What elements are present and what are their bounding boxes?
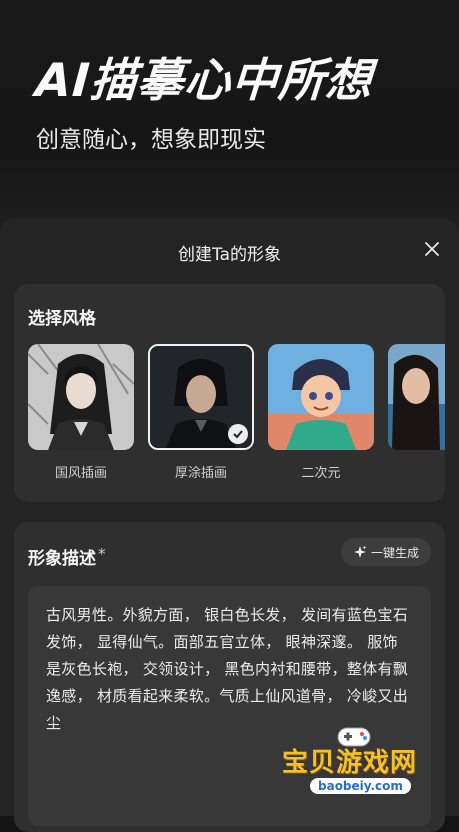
one-click-generate-button[interactable]: 一键生成 xyxy=(340,538,431,566)
hero-title: AI描摹心中所想 xyxy=(33,53,375,107)
style-thumbnail xyxy=(28,344,134,450)
style-name: 厚涂插画 xyxy=(174,466,227,481)
hero-subtitle: 创意随心，想象即现实 xyxy=(36,127,266,153)
close-button[interactable] xyxy=(421,238,443,260)
style-thumbnail xyxy=(268,344,374,450)
sparkle-icon xyxy=(353,545,367,558)
watermark-url: baobeiy.com xyxy=(310,778,411,794)
hero-banner: AI描摹心中所想 创意随心，想象即现实 xyxy=(0,0,459,240)
style-name: 二次元 xyxy=(301,466,341,481)
style-option-guofeng[interactable]: 国风插画 xyxy=(28,344,134,481)
style-thumbnail-selected xyxy=(148,344,254,450)
generate-button-label: 一键生成 xyxy=(370,545,419,560)
watermark-logo: 宝贝游戏网 baobeiy.com xyxy=(282,722,432,802)
selected-check-icon xyxy=(228,424,248,444)
style-thumbnail xyxy=(388,344,445,450)
close-icon xyxy=(425,242,439,256)
style-option-anime[interactable]: 二次元 xyxy=(268,344,374,481)
sheet-title: 创建Ta的形象 xyxy=(178,245,281,265)
style-option-realistic[interactable] xyxy=(388,344,445,450)
style-list[interactable]: 国风插画 厚涂插画 二次元 xyxy=(28,344,445,484)
required-mark: * xyxy=(98,545,106,563)
style-name: 国风插画 xyxy=(54,466,107,481)
style-section-label: 选择风格 xyxy=(28,309,96,329)
style-card: 选择风格 国风插画 厚涂插画 二次元 xyxy=(14,284,445,502)
style-option-houtu[interactable]: 厚涂插画 xyxy=(148,344,254,481)
description-label: 形象描述 * xyxy=(28,545,106,569)
watermark-text: 宝贝游戏网 xyxy=(282,748,418,778)
